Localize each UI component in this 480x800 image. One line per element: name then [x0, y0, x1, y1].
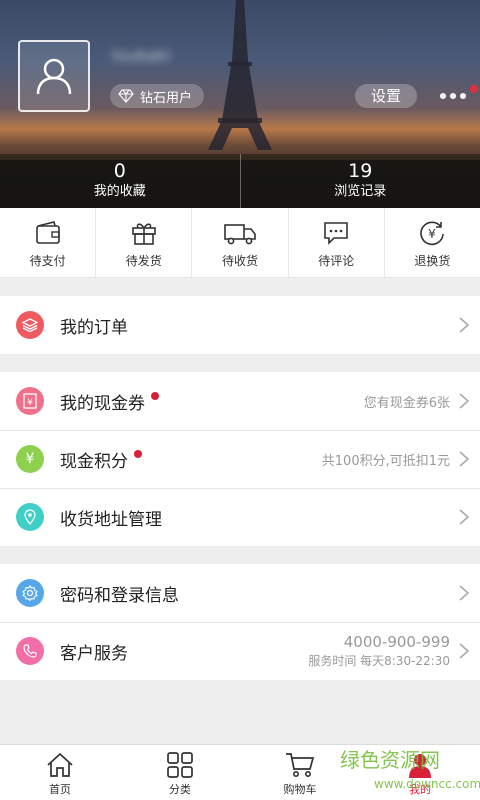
- order-status-row: 待支付 待发货 待收货 待评论 ¥ 退换货: [0, 208, 480, 278]
- watermark-title: 绿色资源网: [340, 748, 440, 772]
- address-management-item[interactable]: 收货地址管理: [0, 488, 480, 546]
- menu-label: 客户服务: [60, 643, 128, 664]
- username: tsubaki: [112, 46, 171, 65]
- customer-service-item[interactable]: 客户服务 4000-900-999 服务时间 每天8:30-22:30: [0, 622, 480, 680]
- tab-label: 分类: [169, 783, 191, 796]
- order-status-label: 待支付: [29, 254, 66, 268]
- section-divider: [0, 278, 480, 296]
- watermark-url: www.downcc.com: [374, 777, 480, 791]
- coupon-hint: 您有现金券6张: [363, 395, 450, 411]
- comment-icon: [324, 222, 349, 245]
- order-status-pending-review[interactable]: 待评论: [287, 208, 384, 277]
- service-hours: 服务时间 每天8:30-22:30: [308, 654, 450, 668]
- orders-icon: [16, 311, 44, 339]
- stat-number: 0: [113, 160, 126, 182]
- phone-icon: [16, 637, 44, 665]
- vip-badge: 钻石用户: [110, 84, 205, 108]
- cash-points-item[interactable]: ¥ 现金积分 共100积分,可抵扣1元: [0, 430, 480, 488]
- user-silhouette-icon: [36, 58, 72, 95]
- chevron-right-icon: [459, 451, 470, 467]
- my-orders-item[interactable]: 我的订单: [0, 296, 480, 354]
- stat-number: 19: [348, 160, 373, 182]
- cart-icon: [286, 753, 315, 777]
- diamond-icon: [118, 89, 134, 103]
- order-status-pending-shipment[interactable]: 待发货: [95, 208, 191, 277]
- order-status-pending-payment[interactable]: 待支付: [0, 208, 95, 277]
- menu-group-assets: ¥ 我的现金券 您有现金券6张 ¥ 现金积分 共100积分,可抵扣1元 收货地址…: [0, 372, 480, 546]
- gear-icon: [16, 579, 44, 607]
- gift-icon: [131, 223, 156, 245]
- password-login-item[interactable]: 密码和登录信息: [0, 564, 480, 622]
- service-phone[interactable]: 4000-900-999: [308, 632, 450, 652]
- dot-icon: [460, 93, 466, 99]
- tab-label: 首页: [49, 783, 71, 796]
- tab-category[interactable]: 分类: [120, 745, 240, 800]
- tab-home[interactable]: 首页: [0, 745, 120, 800]
- location-pin-icon: [16, 503, 44, 531]
- menu-group-orders: 我的订单: [0, 296, 480, 354]
- menu-label: 现金积分: [60, 451, 128, 472]
- profile-header: tsubaki 钻石用户 设置 0 我的收藏 19 浏览记录: [0, 0, 480, 208]
- chevron-right-icon: [459, 509, 470, 525]
- truck-icon: [224, 224, 256, 245]
- menu-label: 密码和登录信息: [60, 585, 179, 606]
- wallet-icon: [35, 221, 60, 244]
- menu-label: 我的现金券: [60, 393, 145, 414]
- chevron-right-icon: [459, 393, 470, 409]
- notification-dot: [470, 85, 478, 93]
- history-stat[interactable]: 19 浏览记录: [239, 154, 480, 208]
- order-status-returns[interactable]: ¥ 退换货: [383, 208, 480, 277]
- favorites-stat[interactable]: 0 我的收藏: [0, 154, 240, 208]
- section-divider: [0, 546, 480, 564]
- menu-label: 收货地址管理: [60, 509, 162, 530]
- order-status-label: 待发货: [125, 254, 162, 268]
- vip-label: 钻石用户: [140, 90, 193, 106]
- notification-dot: [151, 392, 159, 400]
- svg-text:¥: ¥: [429, 227, 437, 241]
- dot-icon: [440, 93, 446, 99]
- chevron-right-icon: [459, 317, 470, 333]
- avatar[interactable]: [18, 40, 90, 112]
- points-hint: 共100积分,可抵扣1元: [321, 453, 450, 469]
- chevron-right-icon: [459, 643, 470, 659]
- stat-label: 浏览记录: [334, 184, 387, 199]
- dot-icon: [450, 93, 456, 99]
- grid-icon: [167, 752, 193, 778]
- order-status-label: 退换货: [414, 254, 451, 268]
- coupon-icon: ¥: [16, 387, 44, 415]
- refund-icon: ¥: [420, 221, 445, 246]
- notification-dot: [134, 450, 142, 458]
- site-watermark: 绿色资源网 www.downcc.com: [340, 748, 480, 796]
- more-button[interactable]: [440, 86, 474, 106]
- order-status-label: 待评论: [318, 254, 355, 268]
- menu-group-account: 密码和登录信息 客户服务 4000-900-999 服务时间 每天8:30-22…: [0, 564, 480, 680]
- chevron-right-icon: [459, 585, 470, 601]
- order-status-pending-receipt[interactable]: 待收货: [191, 208, 287, 277]
- stats-bar: 0 我的收藏 19 浏览记录: [0, 154, 480, 208]
- section-divider: [0, 354, 480, 372]
- stat-label: 我的收藏: [93, 184, 146, 199]
- svg-text:¥: ¥: [27, 398, 33, 408]
- menu-label: 我的订单: [60, 317, 128, 338]
- yen-icon: ¥: [16, 445, 44, 473]
- my-coupons-item[interactable]: ¥ 我的现金券 您有现金券6张: [0, 372, 480, 430]
- settings-button[interactable]: 设置: [355, 84, 417, 108]
- home-icon: [47, 752, 73, 777]
- order-status-label: 待收货: [222, 254, 259, 268]
